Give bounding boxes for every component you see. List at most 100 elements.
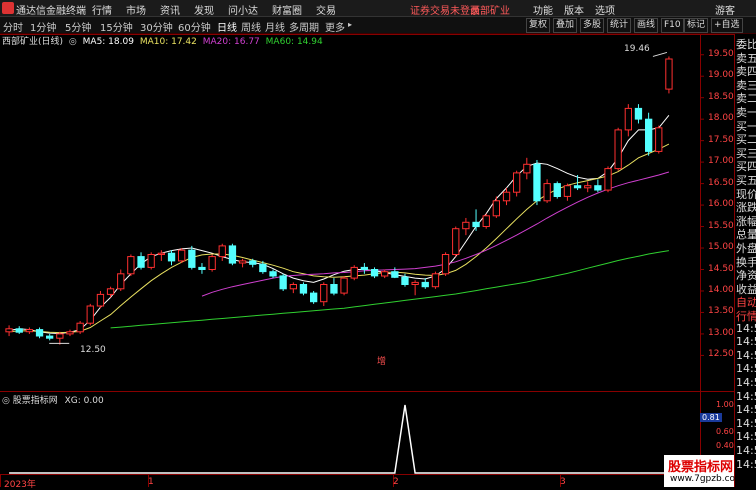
tab-more[interactable]: 更多 — [325, 19, 345, 34]
legend-stock-name: 西部矿业(日线) — [2, 37, 64, 47]
candle-body — [462, 221, 470, 230]
candle-body — [645, 118, 653, 152]
candle-body — [573, 185, 582, 189]
menu-faxian[interactable]: 发现 — [194, 2, 214, 17]
indicator-tick-label: 0.40 — [716, 440, 734, 450]
menu-banben[interactable]: 版本 — [564, 2, 584, 17]
price-tick-label: 13.00 — [708, 327, 734, 338]
menu-hangqing[interactable]: 行情 — [92, 2, 112, 17]
legend-settings-icon[interactable]: ◎ — [69, 37, 77, 47]
legend-ma10: MA10: 17.42 — [139, 37, 197, 47]
candle-body — [5, 328, 13, 333]
candle-body — [543, 183, 551, 202]
menu-gongneng[interactable]: 功能 — [533, 2, 553, 17]
side-panel-label: 14:5 — [736, 335, 756, 349]
guest-label[interactable]: 游客 — [715, 2, 735, 17]
x-label-feb: 2 — [393, 477, 399, 487]
candle-body — [188, 249, 196, 268]
tab-weekly[interactable]: 周线 — [241, 19, 261, 34]
current-stock-name: 西部矿业 — [470, 6, 510, 17]
f10-button[interactable]: F10 — [661, 18, 684, 33]
tab-60min[interactable]: 60分钟 — [178, 19, 211, 34]
multi-stock-button[interactable]: 多股 — [580, 18, 605, 33]
menu-shichang[interactable]: 市场 — [126, 2, 146, 17]
side-panel-label: 14:5 — [736, 362, 756, 376]
x-label-year: 2023年 — [4, 480, 36, 490]
price-tick-label: 15.50 — [708, 220, 734, 231]
candle-body — [66, 331, 74, 335]
candle-body — [391, 271, 399, 278]
candle-body — [421, 281, 429, 288]
indicator-tick-label: 0.60 — [716, 427, 734, 437]
period-tab-bar: 分时 1分钟 5分钟 15分钟 30分钟 60分钟 日线 周线 月线 多周期 更… — [0, 17, 756, 34]
candle-body — [76, 322, 84, 333]
app-logo-icon — [2, 2, 14, 14]
candle-body — [198, 266, 206, 270]
app-name: 通达信金融终端 — [16, 6, 86, 17]
more-chevron-icon[interactable]: ▸ — [348, 20, 352, 29]
candle-body — [411, 281, 419, 285]
ma-legend: 西部矿业(日线) ◎ MA5: 18.09 MA10: 17.42 MA20: … — [2, 34, 326, 47]
price-tick-label: 15.00 — [708, 242, 734, 253]
tab-fenshi[interactable]: 分时 — [3, 19, 23, 34]
fuquan-button[interactable]: 复权 — [526, 18, 551, 33]
candle-body — [86, 305, 94, 324]
candle-body — [502, 191, 511, 202]
side-panel-label: 14:5 — [736, 416, 756, 430]
menu-jiaoyi[interactable]: 交易 — [316, 2, 336, 17]
side-panel-label: 14:5 — [736, 430, 756, 444]
watermark-title: 股票指标网 — [668, 460, 734, 475]
tab-1min[interactable]: 1分钟 — [30, 19, 56, 34]
tab-monthly[interactable]: 月线 — [265, 19, 285, 34]
overlay-button[interactable]: 叠加 — [553, 18, 578, 33]
candle-body — [228, 245, 237, 264]
candle-body — [533, 163, 541, 202]
price-tick-label: 18.00 — [708, 113, 734, 124]
menu-xuanxiang[interactable]: 选项 — [595, 2, 615, 17]
candle-body — [624, 107, 633, 131]
candle-body — [381, 271, 389, 277]
candle-body — [106, 288, 115, 295]
menu-wenxiaoda[interactable]: 问小达 — [228, 2, 258, 17]
tab-multi-period[interactable]: 多周期 — [289, 19, 319, 34]
kline-chart[interactable] — [0, 34, 734, 487]
candle-body — [117, 273, 125, 290]
candle-body — [513, 172, 521, 193]
mark-button[interactable]: 标记 — [684, 18, 709, 33]
tab-15min[interactable]: 15分钟 — [100, 19, 133, 34]
draw-line-button[interactable]: 画线 — [634, 18, 659, 33]
tab-30min[interactable]: 30分钟 — [140, 19, 173, 34]
candle-body — [665, 58, 673, 90]
ma-line-ma10 — [9, 143, 670, 334]
indicator-icon[interactable]: ◎ — [2, 396, 10, 406]
candle-body — [299, 284, 308, 294]
indicator-legend: ◎ 股票指标网 XG: 0.00 — [2, 393, 104, 406]
candle-body — [56, 333, 64, 339]
menu-caifuquan[interactable]: 财富圈 — [272, 2, 302, 17]
candle-body — [452, 228, 460, 255]
watermark-url: www.7gpzb.com — [670, 474, 744, 484]
watermark: 股票指标网 www.7gpzb.com — [664, 455, 744, 487]
candle-body — [431, 273, 440, 288]
candle-body — [584, 185, 592, 189]
candle-body — [218, 245, 226, 258]
candle-body — [472, 221, 480, 228]
stats-button[interactable]: 统计 — [607, 18, 632, 33]
candle-body — [269, 271, 277, 277]
candle-body — [259, 263, 267, 273]
candle-body — [167, 252, 176, 262]
menu-zixun[interactable]: 资讯 — [160, 2, 180, 17]
candle-body — [655, 127, 663, 152]
max-price-label: 19.46 — [624, 44, 650, 54]
candle-body — [330, 284, 338, 294]
price-tick-label: 18.50 — [708, 91, 734, 102]
tab-5min[interactable]: 5分钟 — [65, 19, 91, 34]
price-tick-label: 17.50 — [708, 134, 734, 145]
tab-daily[interactable]: 日线 — [217, 19, 237, 34]
side-panel-label: 14:5 — [736, 403, 756, 417]
candle-body — [310, 292, 318, 303]
price-tick-label: 14.50 — [708, 263, 734, 274]
indicator-tick-label: 0.81 — [700, 412, 722, 422]
add-favorite-button[interactable]: +自选 — [711, 18, 743, 33]
legend-ma20: MA20: 16.77 — [202, 37, 260, 47]
